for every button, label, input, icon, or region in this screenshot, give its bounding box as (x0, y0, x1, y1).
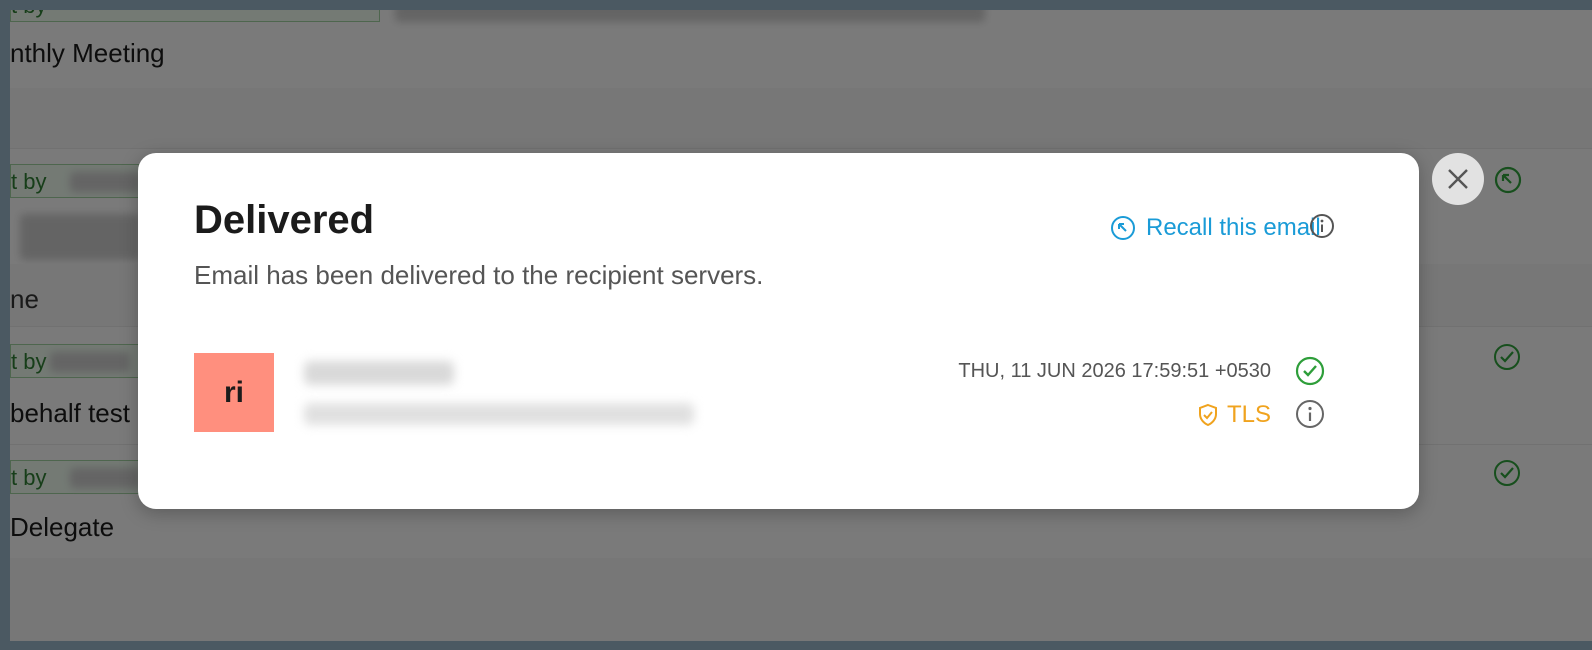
tls-label: TLS (1226, 401, 1271, 428)
recipient-name-blurred (304, 361, 454, 385)
tls-badge: TLS (1197, 400, 1271, 430)
recall-email-label: Recall this email (1146, 214, 1321, 241)
recall-email-link[interactable]: Recall this email (1110, 208, 1321, 248)
check-circle-icon (1295, 356, 1325, 391)
recall-icon (1111, 216, 1135, 240)
delivery-timestamp: THU, 11 JUN 2026 17:59:51 +0530 (958, 360, 1271, 382)
avatar: ri (194, 353, 274, 432)
tls-info-icon[interactable] (1295, 399, 1325, 434)
recipient-email-blurred (304, 403, 694, 425)
delivery-status-dialog: Delivered Email has been delivered to th… (138, 153, 1419, 509)
recall-info-icon[interactable] (1309, 213, 1335, 244)
dialog-title: Delivered (194, 198, 375, 242)
shield-check-icon (1198, 403, 1217, 427)
dialog-subtitle: Email has been delivered to the recipien… (194, 260, 764, 290)
close-dialog-button[interactable] (1432, 153, 1484, 205)
close-icon (1448, 169, 1468, 189)
